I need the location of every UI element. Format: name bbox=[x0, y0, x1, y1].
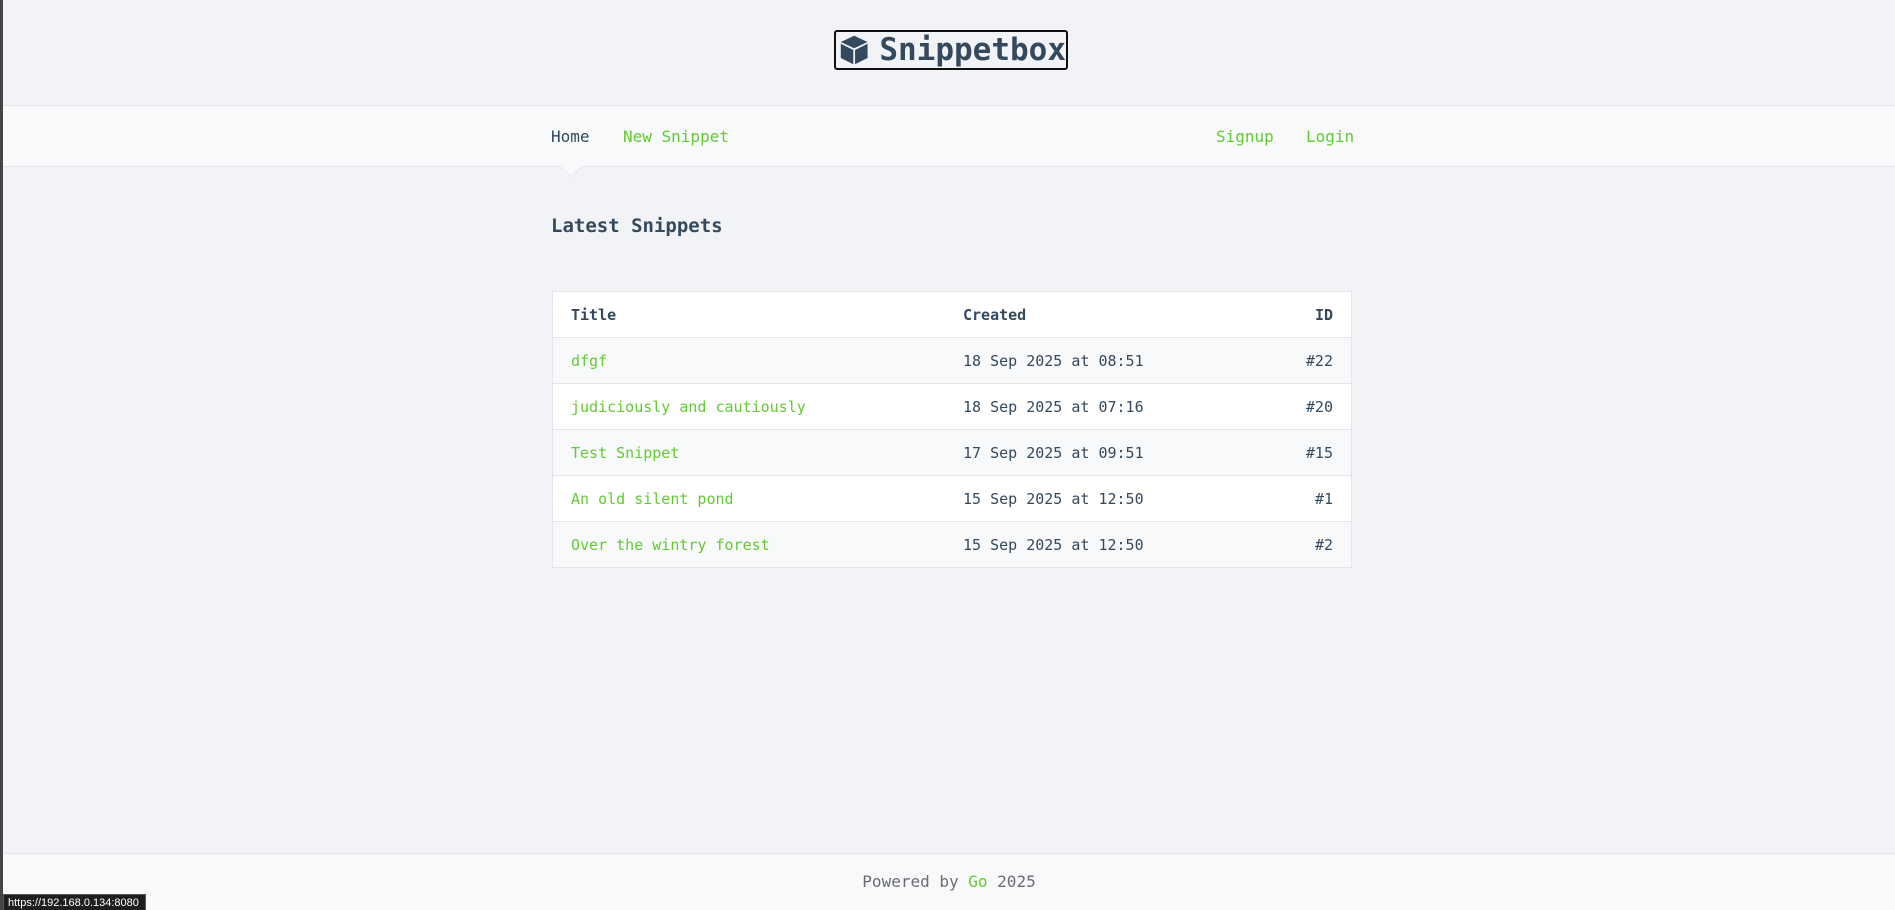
snippet-title-cell: An old silent pond bbox=[552, 475, 945, 522]
snippet-id: #20 bbox=[1259, 383, 1352, 430]
footer-go-link[interactable]: Go bbox=[968, 872, 987, 891]
snippet-title-cell: dfgf bbox=[552, 337, 945, 384]
snippet-id: #22 bbox=[1259, 337, 1352, 384]
cube-icon bbox=[840, 35, 868, 65]
site-title: Snippetbox bbox=[879, 32, 1066, 68]
column-header-title: Title bbox=[552, 291, 945, 338]
snippet-title-cell: Test Snippet bbox=[552, 429, 945, 476]
table-row: Over the wintry forest 15 Sep 2025 at 12… bbox=[552, 521, 1352, 568]
nav-login-link[interactable]: Login bbox=[1306, 127, 1354, 146]
table-row: judiciously and cautiously 18 Sep 2025 a… bbox=[552, 383, 1352, 430]
main-nav: Home New Snippet Signup Login bbox=[3, 105, 1895, 177]
snippet-link[interactable]: Over the wintry forest bbox=[571, 536, 770, 554]
active-nav-indicator bbox=[560, 166, 582, 176]
site-logo-link[interactable]: Snippetbox bbox=[834, 30, 1068, 70]
footer-year: 2025 bbox=[997, 872, 1036, 891]
page-title: Latest Snippets bbox=[551, 215, 723, 237]
snippet-id: #1 bbox=[1259, 475, 1352, 522]
snippet-created: 17 Sep 2025 at 09:51 bbox=[945, 429, 1260, 476]
snippet-id: #15 bbox=[1259, 429, 1352, 476]
browser-status-url: https://192.168.0.134:8080 bbox=[3, 894, 146, 910]
nav-new-snippet-link[interactable]: New Snippet bbox=[623, 127, 729, 146]
table-row: dfgf 18 Sep 2025 at 08:51 #22 bbox=[552, 337, 1352, 384]
snippet-created: 15 Sep 2025 at 12:50 bbox=[945, 521, 1260, 568]
site-header: Snippetbox bbox=[0, 0, 1895, 105]
snippet-link[interactable]: judiciously and cautiously bbox=[571, 398, 806, 416]
snippet-title-cell: Over the wintry forest bbox=[552, 521, 945, 568]
nav-home-link[interactable]: Home bbox=[551, 127, 590, 146]
snippet-title-cell: judiciously and cautiously bbox=[552, 383, 945, 430]
snippet-created: 15 Sep 2025 at 12:50 bbox=[945, 475, 1260, 522]
site-footer: Powered by Go 2025 bbox=[3, 853, 1895, 910]
footer-prefix: Powered by bbox=[862, 872, 959, 891]
table-header-row: Title Created ID bbox=[552, 291, 1352, 338]
table-row: An old silent pond 15 Sep 2025 at 12:50 … bbox=[552, 475, 1352, 522]
column-header-created: Created bbox=[945, 291, 1260, 338]
snippets-table: Title Created ID dfgf 18 Sep 2025 at 08:… bbox=[552, 291, 1352, 568]
snippet-link[interactable]: Test Snippet bbox=[571, 444, 679, 462]
snippet-link[interactable]: An old silent pond bbox=[571, 490, 734, 508]
nav-signup-link[interactable]: Signup bbox=[1216, 127, 1274, 146]
snippet-created: 18 Sep 2025 at 08:51 bbox=[945, 337, 1260, 384]
column-header-id: ID bbox=[1259, 291, 1352, 338]
snippet-id: #2 bbox=[1259, 521, 1352, 568]
snippet-created: 18 Sep 2025 at 07:16 bbox=[945, 383, 1260, 430]
snippet-link[interactable]: dfgf bbox=[571, 352, 607, 370]
table-row: Test Snippet 17 Sep 2025 at 09:51 #15 bbox=[552, 429, 1352, 476]
